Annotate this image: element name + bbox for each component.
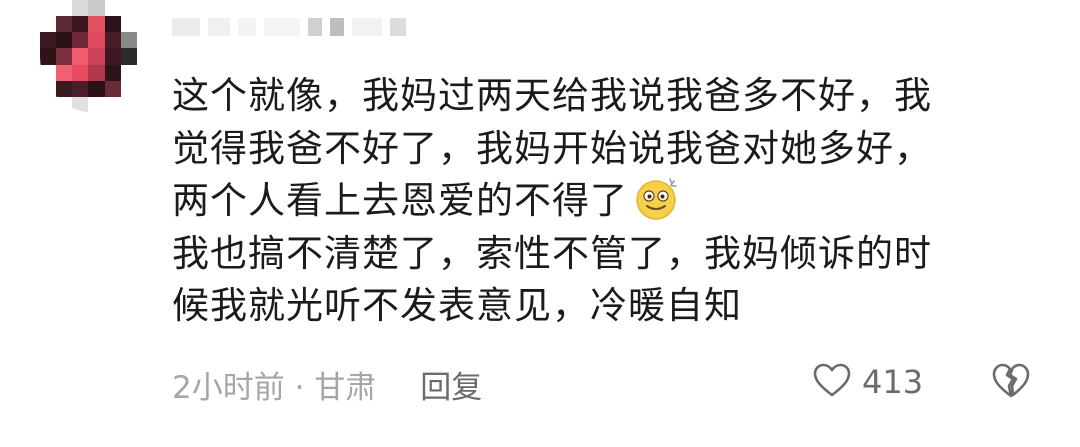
comment-line: 我也搞不清楚了，索性不管了，我妈倾诉的时: [172, 231, 932, 275]
comment-line-text: 两个人看上去恩爱的不得了: [172, 179, 628, 222]
username-block: [264, 18, 300, 36]
username-block: [308, 18, 322, 36]
username-block: [208, 18, 230, 36]
avatar[interactable]: [40, 0, 153, 113]
heart-outline-icon: [812, 362, 852, 402]
username-block: [352, 18, 382, 36]
username-block: [238, 18, 256, 36]
username-block: [390, 18, 406, 36]
dizzy-smile-emoji-icon: [634, 175, 680, 221]
reply-button[interactable]: 回复: [420, 362, 482, 407]
username-block: [172, 18, 200, 36]
comment-line: 两个人看上去恩爱的不得了: [172, 175, 1032, 228]
time-location: 2小时前 · 甘肃: [172, 370, 377, 406]
username-redacted[interactable]: [172, 18, 406, 36]
dislike-button[interactable]: [990, 360, 1032, 404]
comment-text: 这个就像，我妈过两天给我说我爸多不好，我 觉得我爸不好了，我妈开始说我爸对她多好…: [172, 70, 1032, 333]
comment-line: 觉得我爸不好了，我妈开始说我爸对她多好，: [172, 126, 932, 170]
like-count: 413: [862, 363, 924, 401]
comment-line: 候我就光听不发表意见，冷暖自知: [172, 284, 742, 327]
like-button[interactable]: 413: [812, 362, 923, 402]
broken-heart-icon: [990, 363, 1032, 404]
comment-line: 这个就像，我妈过两天给我说我爸多不好，我: [172, 74, 932, 117]
username-block: [330, 18, 344, 36]
comment-meta: 2小时前 · 甘肃 回复: [172, 362, 482, 407]
